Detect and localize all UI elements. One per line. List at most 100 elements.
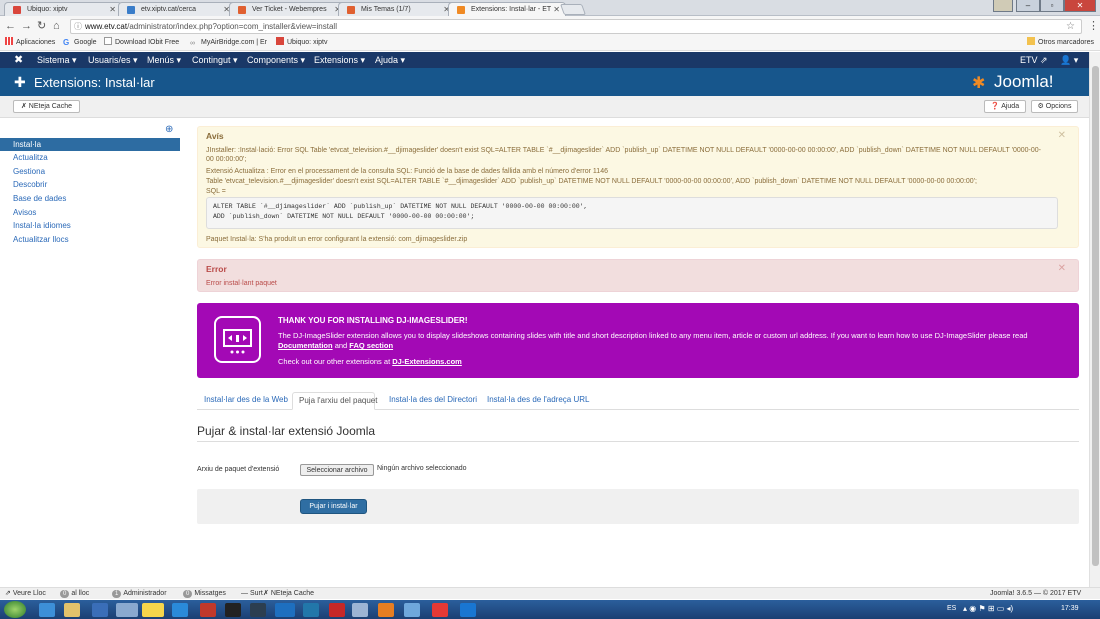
help-button[interactable]: ❓ Ajuda: [984, 100, 1026, 113]
browser-tab[interactable]: Mis Temas (1/7) ✕: [338, 2, 456, 16]
close-icon[interactable]: ✕: [109, 3, 116, 16]
ie-icon[interactable]: [39, 603, 55, 617]
bookmark-iobit[interactable]: Download IObit Free: [104, 36, 179, 50]
browser-tab[interactable]: Ver Ticket - Webempres ✕: [229, 2, 347, 16]
close-icon[interactable]: ✕: [1058, 264, 1066, 274]
maximize-button[interactable]: ▫: [1040, 0, 1064, 12]
logout-link[interactable]: — Surt: [241, 588, 263, 599]
sidebar-toggle-icon[interactable]: ⊕: [165, 124, 173, 135]
app-icon[interactable]: [92, 603, 108, 617]
profile-button[interactable]: [993, 0, 1013, 12]
user-menu[interactable]: 👤 ▾: [1060, 52, 1078, 68]
minimize-button[interactable]: –: [1016, 0, 1040, 12]
sidebar-item-install-languages[interactable]: Instal·la idiomes: [0, 219, 180, 232]
joomla-logo: Joomla!: [994, 72, 1054, 91]
options-button[interactable]: ⚙ Opcions: [1031, 100, 1078, 113]
bookmark-ubiquo[interactable]: Ubiquo: xiptv: [276, 36, 327, 50]
language-indicator[interactable]: ES: [947, 605, 956, 612]
joomla-task-icon[interactable]: [142, 603, 164, 617]
view-site-link[interactable]: ⇗ Veure Lloc: [5, 588, 46, 599]
admin-status[interactable]: 1 Administrador: [112, 588, 167, 599]
app-icon[interactable]: [172, 603, 188, 617]
browser-tab-active[interactable]: Extensions: Instal·lar - ET ✕: [448, 2, 566, 16]
sidebar-item-database[interactable]: Base de dades: [0, 192, 180, 205]
tab-install-from-url[interactable]: Instal·la des de l'adreça URL: [487, 392, 589, 410]
bookmark-other[interactable]: Otros marcadores: [1027, 36, 1094, 50]
menu-extensions[interactable]: Extensions ▾: [314, 52, 365, 68]
warning-line: Table 'etvcat_television.#__djimageslide…: [206, 178, 977, 185]
bookmark-apps[interactable]: Aplicaciones: [5, 36, 55, 50]
footer-clear-cache[interactable]: ✗ NEteja Cache: [263, 588, 314, 599]
folder-icon: [1027, 37, 1035, 45]
explorer-icon[interactable]: [64, 603, 80, 617]
promo-and: and: [334, 341, 348, 350]
info-icon[interactable]: ⓘ: [74, 20, 82, 33]
clear-icon: ✗: [20, 103, 29, 110]
site-link[interactable]: ETV ⇗: [1020, 52, 1048, 68]
sidebar-item-discover[interactable]: Descobrir: [0, 178, 180, 191]
close-icon[interactable]: ✕: [1058, 131, 1066, 141]
dj-extensions-link[interactable]: DJ-Extensions.com: [392, 357, 462, 366]
menu-icon[interactable]: ⋮: [1088, 20, 1099, 32]
app-icon[interactable]: [329, 603, 345, 617]
tab-install-from-web[interactable]: Instal·lar des de la Web: [204, 392, 288, 410]
question-icon: ❓: [990, 103, 1002, 110]
url-bar[interactable]: ⓘ www.etv.cat/administrator/index.php?op…: [70, 19, 1082, 34]
admin-menu-bar: ✖ Sistema ▾ Usuaris/es ▾ Menús ▾ Conting…: [0, 52, 1100, 68]
scroll-thumb[interactable]: [1092, 66, 1099, 566]
browser-tab[interactable]: etv.xiptv.cat/cerca ✕: [118, 2, 236, 16]
outlook-icon[interactable]: [275, 603, 295, 617]
sidebar-item-update-sites[interactable]: Actualitzar llocs: [0, 233, 180, 246]
start-button[interactable]: [4, 601, 26, 618]
tray-icons[interactable]: ▴ ◉ ⚑ ⊞ ▭ ◂): [963, 604, 1013, 613]
chrome-icon[interactable]: [116, 603, 138, 617]
bookmark-label: MyAirBridge.com | Er: [201, 39, 267, 46]
home-icon[interactable]: ⌂: [53, 20, 60, 32]
menu-components[interactable]: Components ▾: [247, 52, 305, 68]
bookmark-myairbridge[interactable]: ∞ MyAirBridge.com | Er: [190, 36, 267, 50]
app-icon[interactable]: [352, 603, 368, 617]
app-icon[interactable]: [250, 603, 266, 617]
back-icon[interactable]: ←: [5, 20, 16, 32]
app-icon[interactable]: [303, 603, 319, 617]
faq-link[interactable]: FAQ section: [349, 341, 393, 350]
clear-cache-button[interactable]: ✗ NEteja Cache: [13, 100, 80, 113]
menu-ajuda[interactable]: Ajuda ▾: [375, 52, 405, 68]
forward-icon[interactable]: →: [21, 20, 32, 32]
clock[interactable]: 17:39: [1061, 605, 1079, 612]
messages-status[interactable]: 0 Missatges: [183, 588, 226, 599]
bookmark-star-icon[interactable]: ☆: [1066, 20, 1075, 33]
sidebar-item-manage[interactable]: Gestiona: [0, 165, 180, 178]
browser-tab[interactable]: Ubiquo: xiptv ✕: [4, 2, 122, 16]
menu-sistema[interactable]: Sistema ▾: [37, 52, 77, 68]
menu-usuaris[interactable]: Usuaris/es ▾: [88, 52, 138, 68]
app-icon[interactable]: [225, 603, 241, 617]
bookmark-google[interactable]: G Google: [63, 36, 97, 50]
window-close-button[interactable]: ✕: [1064, 0, 1096, 12]
close-icon[interactable]: ✕: [553, 3, 560, 16]
choose-file-button[interactable]: Seleccionar archivo: [300, 464, 374, 476]
menu-contingut[interactable]: Contingut ▾: [192, 52, 238, 68]
app-icon[interactable]: [200, 603, 216, 617]
app-icon[interactable]: [404, 603, 420, 617]
app-icon[interactable]: [432, 603, 448, 617]
reload-icon[interactable]: ↻: [37, 20, 46, 32]
favicon-icon: [13, 6, 21, 14]
app-icon[interactable]: [378, 603, 394, 617]
online-status[interactable]: 0 al lloc: [60, 588, 89, 599]
documentation-link[interactable]: Documentation: [278, 341, 333, 350]
sidebar-item-install[interactable]: Instal·la: [0, 138, 180, 151]
version-text: Joomla! 3.6.5 — © 2017 ETV: [990, 590, 1082, 597]
tab-upload-package[interactable]: Puja l'arxiu del paquet: [292, 392, 377, 410]
joomla-menu-icon[interactable]: ✖: [14, 52, 23, 68]
new-tab-button[interactable]: [559, 4, 587, 15]
install-tabs: Instal·lar des de la Web Puja l'arxiu de…: [197, 390, 1079, 410]
tab-install-from-folder[interactable]: Instal·la des del Directori: [389, 392, 477, 410]
online-label: al lloc: [71, 590, 90, 597]
sidebar-item-warnings[interactable]: Avisos: [0, 206, 180, 219]
app-icon[interactable]: [460, 603, 476, 617]
sidebar-item-update[interactable]: Actualitza: [0, 151, 180, 164]
page-scrollbar[interactable]: [1089, 52, 1100, 587]
menu-menus[interactable]: Menús ▾: [147, 52, 181, 68]
upload-install-button[interactable]: Pujar i instal·lar: [300, 499, 367, 514]
